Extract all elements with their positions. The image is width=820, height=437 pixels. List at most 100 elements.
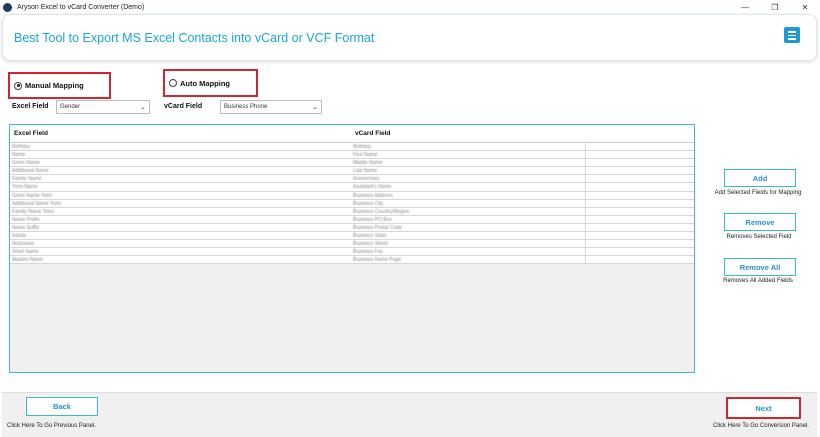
chevron-down-icon: ⌄	[312, 104, 318, 111]
restore-icon[interactable]: ❐	[760, 0, 790, 14]
vcard-field-column-header: vCard Field	[355, 130, 391, 137]
vcard-field-cell: Business Country/Region	[353, 208, 410, 215]
manual-mapping-option[interactable]: Manual Mapping	[8, 72, 111, 99]
vcard-field-cell: Business Home Page	[353, 257, 402, 264]
table-row[interactable]: Family Name Yomi Business Country/Region	[10, 207, 694, 216]
auto-mapping-option[interactable]: Auto Mapping	[163, 69, 258, 97]
excel-field-label: Excel Field	[12, 103, 49, 110]
page-title: Best Tool to Export MS Excel Contacts in…	[14, 31, 375, 45]
vcard-field-cell: Anniversary	[353, 176, 380, 183]
window-title: Aryson Excel to vCard Converter (Demo)	[17, 3, 145, 11]
excel-field-cell: Family Name Yomi	[12, 208, 54, 215]
table-row[interactable]: Initials Business State	[10, 232, 694, 241]
grid-rows: Birthday Birthday Name First Name Given Name…	[10, 143, 694, 265]
excel-field-cell: Maiden Name	[12, 257, 44, 264]
empty-cell	[585, 207, 693, 215]
empty-cell	[585, 167, 693, 175]
vcard-field-cell: Business Postal Code	[353, 224, 402, 231]
table-row[interactable]: Yomi Name Assistant's Name	[10, 183, 694, 192]
excel-field-select[interactable]: Gender ⌄	[56, 100, 150, 114]
empty-cell	[585, 232, 693, 240]
manual-mapping-radio[interactable]	[14, 81, 22, 90]
excel-field-cell: Yomi Name	[12, 184, 38, 191]
hamburger-menu-icon[interactable]	[784, 27, 800, 43]
excel-field-cell: Initials	[12, 233, 27, 240]
footer-bar: Back Click Here To Go Previous Panel. Ne…	[2, 392, 817, 437]
table-row[interactable]: Name Prefix Business PO Box	[10, 215, 694, 224]
vcard-field-cell: Last Name	[353, 168, 378, 175]
auto-mapping-radio[interactable]	[169, 79, 177, 87]
vcard-field-cell: Business State	[353, 233, 387, 240]
empty-cell	[585, 143, 693, 151]
vcard-field-cell: Business Fax	[353, 249, 384, 256]
excel-field-cell: Given Name Yomi	[12, 192, 53, 199]
close-icon[interactable]: ✕	[790, 0, 820, 14]
empty-cell	[585, 159, 693, 167]
empty-cell	[585, 151, 693, 159]
vcard-field-select[interactable]: Business Phone ⌄	[220, 100, 322, 114]
excel-field-cell: Nickname	[12, 241, 35, 248]
auto-mapping-label: Auto Mapping	[180, 78, 230, 88]
vcard-field-value: Business Phone	[224, 104, 268, 110]
next-caption: Click Here To Go Conversion Panel.	[713, 423, 809, 429]
excel-field-cell: Additional Name Yomi	[12, 200, 61, 207]
table-row[interactable]: Additional Name Last Name	[10, 167, 694, 176]
minimize-icon[interactable]: —	[730, 0, 760, 14]
excel-field-cell: Name Suffix	[12, 224, 40, 231]
empty-cell	[585, 256, 693, 264]
grid-header: Excel Field vCard Field	[10, 125, 694, 143]
vcard-field-cell: Business Street	[353, 241, 389, 248]
table-row[interactable]: Nickname Business Street	[10, 240, 694, 249]
vcard-field-cell: Middle Name	[353, 160, 383, 167]
back-caption: Click Here To Go Previous Panel.	[7, 423, 96, 429]
remove-caption: Removes Selected Field	[726, 234, 792, 240]
excel-field-cell: Given Name	[12, 160, 40, 167]
table-row[interactable]: Family Name Anniversary	[10, 175, 694, 184]
excel-field-cell: Family Name	[12, 176, 42, 183]
window-controls: — ❐ ✕	[730, 0, 820, 14]
vcard-field-cell: Business City	[353, 200, 384, 207]
excel-field-cell: Name Prefix	[12, 216, 40, 223]
table-row[interactable]: Given Name Yomi Business Address	[10, 191, 694, 200]
vcard-field-cell: Business PO Box	[353, 216, 392, 223]
remove-all-button[interactable]: Remove All	[724, 258, 796, 276]
table-row[interactable]: Maiden Name Business Home Page	[10, 256, 694, 265]
table-row[interactable]: Given Name Middle Name	[10, 159, 694, 168]
remove-button[interactable]: Remove	[724, 213, 796, 231]
empty-cell	[585, 199, 693, 207]
remove-all-caption: Removes All Added Fields	[723, 278, 793, 284]
title-bar: Aryson Excel to vCard Converter (Demo) —…	[0, 0, 820, 14]
excel-field-cell: Short Name	[12, 249, 39, 256]
excel-field-cell: Name	[12, 152, 26, 159]
vcard-field-label: vCard Field	[164, 103, 203, 110]
empty-cell	[585, 175, 693, 183]
empty-cell	[585, 240, 693, 248]
empty-cell	[585, 248, 693, 256]
excel-field-cell: Additional Name	[12, 168, 49, 175]
table-row[interactable]: Name Suffix Business Postal Code	[10, 223, 694, 233]
empty-cell	[585, 223, 693, 232]
empty-cell	[585, 191, 693, 199]
table-row[interactable]: Birthday Birthday	[10, 143, 694, 152]
vcard-field-cell: Business Address	[353, 192, 393, 199]
excel-field-column-header: Excel Field	[14, 130, 48, 137]
vcard-field-cell: First Name	[353, 152, 378, 159]
table-row[interactable]: Additional Name Yomi Business City	[10, 199, 694, 208]
next-button[interactable]: Next	[726, 397, 801, 419]
manual-mapping-label: Manual Mapping	[25, 81, 84, 90]
vcard-field-cell: Assistant's Name	[353, 184, 392, 191]
back-button[interactable]: Back	[26, 397, 98, 416]
vcard-field-cell: Birthday	[353, 144, 372, 150]
app-logo-icon	[3, 2, 12, 12]
empty-cell	[585, 215, 693, 223]
chevron-down-icon: ⌄	[140, 104, 146, 111]
add-button[interactable]: Add	[724, 169, 796, 187]
header-banner: Best Tool to Export MS Excel Contacts in…	[2, 14, 817, 61]
table-row[interactable]: Name First Name	[10, 151, 694, 160]
mapping-grid[interactable]: Excel Field vCard Field Birthday Birthday…	[9, 124, 695, 373]
table-row[interactable]: Short Name Business Fax	[10, 248, 694, 257]
empty-cell	[585, 183, 693, 191]
excel-field-value: Gender	[60, 104, 81, 110]
excel-field-cell: Birthday	[12, 144, 31, 150]
add-caption: Add Selected Fields for Mapping	[714, 190, 802, 196]
